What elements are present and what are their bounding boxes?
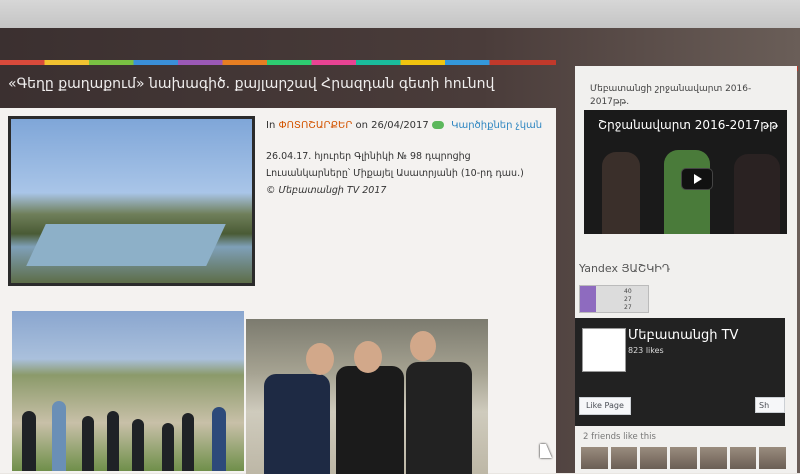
fb-share-button[interactable]: Sh bbox=[755, 397, 785, 413]
friend-thumb[interactable] bbox=[610, 447, 638, 469]
browser-top-strip bbox=[0, 0, 800, 28]
comments-link[interactable]: Կարծիքներ չկան bbox=[451, 120, 542, 131]
meta-on-label: on bbox=[355, 120, 368, 131]
fb-page-name[interactable]: Մեբատանցի TV bbox=[628, 328, 738, 343]
friend-thumb[interactable] bbox=[699, 447, 727, 469]
post-meta: In ՓՈՏՈՇԱՐՔԵՐ on 26/04/2017 Կարծիքներ չկ… bbox=[266, 120, 542, 131]
person-figure bbox=[107, 411, 119, 471]
yandex-label: Yandex ՅԱՇԿԻԴ bbox=[579, 262, 671, 275]
three-boys-photo[interactable] bbox=[246, 319, 488, 474]
fb-avatar[interactable] bbox=[582, 328, 626, 372]
yandex-value-2: 27 bbox=[624, 296, 632, 303]
person-figure bbox=[82, 416, 94, 471]
friend-thumb[interactable] bbox=[729, 447, 757, 469]
post-body: 26.04.17. հյուրեր Գլինիկի № 98 դպրոցից Լ… bbox=[266, 148, 546, 199]
facebook-page-widget[interactable]: Մեբատանցի TV 823 likes Like Page Sh bbox=[575, 318, 785, 426]
fb-likes-count: 823 likes bbox=[628, 346, 664, 355]
fb-like-button[interactable]: Like Page bbox=[579, 397, 631, 415]
video-person bbox=[734, 154, 780, 234]
person-figure bbox=[22, 411, 36, 471]
friend-thumb[interactable] bbox=[759, 447, 787, 469]
person-head bbox=[306, 343, 334, 375]
body-line-2: Լուսանկարները՝ Միքայել Ասատրյանի (10-րդ … bbox=[266, 168, 524, 179]
play-icon[interactable] bbox=[681, 168, 713, 190]
person-head bbox=[354, 341, 382, 373]
friends-like-text: 2 friends like this bbox=[583, 432, 656, 442]
friend-thumb[interactable] bbox=[670, 447, 697, 469]
post-title[interactable]: «Գեղը քաղաքում» նախագիծ. քայլարշավ Հրազդ… bbox=[8, 74, 556, 94]
friend-thumb[interactable] bbox=[640, 447, 668, 469]
person-figure bbox=[162, 423, 174, 471]
person-figure bbox=[336, 366, 404, 474]
widget-title[interactable]: Մեբատանցի շրջանավարտ 2016-2017թթ. bbox=[590, 83, 780, 109]
person-figure bbox=[406, 362, 472, 474]
friend-thumb[interactable] bbox=[581, 447, 608, 469]
river-photo[interactable] bbox=[8, 116, 255, 286]
youtube-video-embed[interactable]: Շրջանավարտ 2016-2017թթ bbox=[584, 110, 787, 234]
post-date: 26/04/2017 bbox=[371, 120, 429, 131]
body-line-1: 26.04.17. հյուրեր Գլինիկի № 98 դպրոցից bbox=[266, 151, 471, 162]
group-hike-photo[interactable] bbox=[12, 311, 244, 471]
person-figure bbox=[264, 374, 330, 474]
person-figure bbox=[52, 401, 66, 471]
yandex-bar bbox=[580, 286, 596, 312]
friend-thumbnails bbox=[581, 447, 787, 469]
comment-bubble-icon bbox=[431, 121, 444, 129]
river-shape bbox=[26, 224, 226, 266]
post-content: In ՓՈՏՈՇԱՐՔԵՐ on 26/04/2017 Կարծիքներ չկ… bbox=[0, 108, 556, 474]
rainbow-stripe-main bbox=[0, 60, 556, 65]
yandex-counter[interactable]: 40 27 27 bbox=[579, 285, 649, 313]
video-person bbox=[602, 152, 640, 234]
person-figure bbox=[182, 413, 194, 471]
yandex-value-3: 27 bbox=[624, 304, 632, 311]
video-title: Շրջանավարտ 2016-2017թթ bbox=[598, 118, 778, 132]
body-copyright: © Մեբատանցի TV 2017 bbox=[266, 185, 387, 196]
yandex-values: 40 27 27 bbox=[624, 288, 632, 312]
sidebar: Մեբատանցի շրջանավարտ 2016-2017թթ. Շրջանա… bbox=[575, 66, 797, 473]
meta-in-label: In bbox=[266, 120, 276, 131]
yandex-value-1: 40 bbox=[624, 288, 632, 295]
person-figure bbox=[132, 419, 144, 471]
video-person bbox=[664, 150, 710, 234]
mouse-cursor-icon bbox=[540, 444, 552, 458]
person-figure bbox=[212, 407, 226, 471]
person-head bbox=[410, 331, 436, 361]
category-link[interactable]: ՓՈՏՈՇԱՐՔԵՐ bbox=[278, 120, 352, 131]
